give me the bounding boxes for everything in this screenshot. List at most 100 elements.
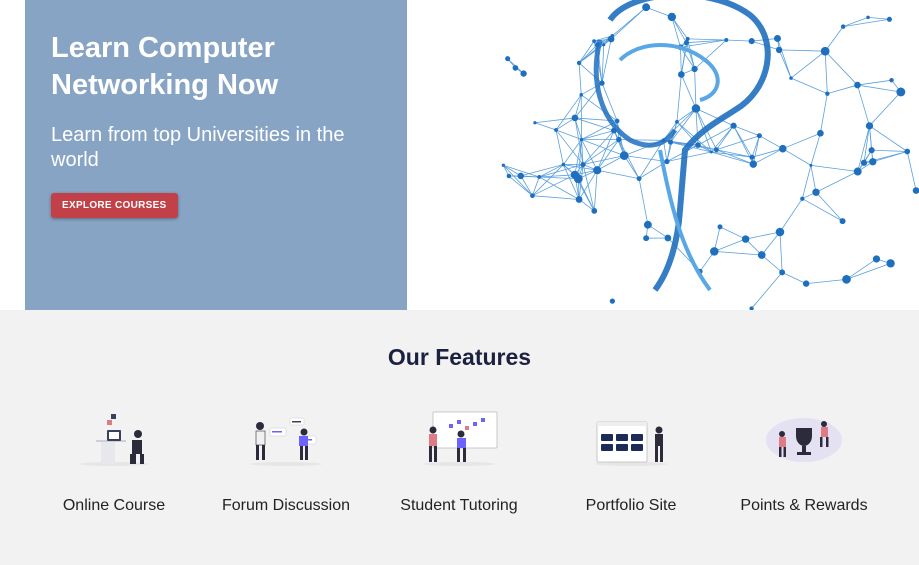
network-node (789, 76, 793, 80)
feature-points-rewards[interactable]: Points & Rewards (718, 410, 890, 520)
feature-label: Portfolio Site (585, 497, 677, 514)
network-link (815, 171, 858, 193)
feature-label: Forum Discussion (221, 497, 351, 514)
network-node (685, 36, 690, 41)
network-node (667, 12, 677, 22)
network-link (508, 175, 540, 178)
network-link (711, 151, 754, 165)
network-link (538, 176, 580, 200)
network-node (575, 196, 583, 203)
network-link (857, 84, 870, 126)
network-node (691, 65, 698, 73)
network-link (714, 238, 746, 252)
explore-courses-button[interactable]: EXPLORE COURSES (51, 193, 178, 218)
network-node (642, 3, 651, 12)
network-node (710, 247, 719, 256)
network-link (806, 278, 847, 285)
features-section: Our Features Online Course Forum Discuss… (0, 310, 919, 565)
network-node (872, 255, 881, 263)
network-link (790, 77, 828, 95)
network-node (616, 136, 622, 143)
network-node (825, 91, 830, 96)
network-link (687, 38, 727, 41)
network-link (869, 125, 908, 152)
network-link (843, 17, 869, 27)
network-link (777, 38, 792, 79)
network-node (678, 71, 685, 78)
feature-student-tutoring[interactable]: Student Tutoring (373, 410, 545, 520)
network-node (812, 188, 820, 196)
network-link (714, 250, 762, 256)
network-node (896, 87, 906, 97)
feature-forum-discussion[interactable]: Forum Discussion (200, 410, 372, 520)
feature-label: Student Tutoring (400, 497, 518, 514)
network-node (571, 114, 579, 122)
network-node (505, 56, 511, 62)
network-link (810, 165, 817, 193)
hero-panel: Learn Computer Networking Now Learn from… (25, 0, 407, 310)
network-link (781, 272, 807, 284)
network-node (748, 38, 755, 45)
network-node (607, 35, 615, 43)
network-link (680, 47, 682, 75)
portfolio-site-illustration (595, 421, 667, 466)
network-node (643, 235, 650, 242)
network-link (824, 26, 844, 52)
network-node (860, 159, 868, 166)
feature-online-course[interactable]: Online Course (28, 410, 200, 520)
network-node (591, 208, 598, 214)
feature-portfolio-site[interactable]: Portfolio Site (545, 410, 717, 520)
network-link (820, 93, 828, 134)
hero-title: Learn Computer Networking Now (51, 32, 279, 101)
network-link (868, 16, 890, 20)
network-node (869, 158, 877, 166)
network-link (671, 16, 681, 48)
network-node (730, 122, 737, 129)
network-node (773, 34, 781, 42)
network-node (537, 175, 542, 179)
network-node (853, 167, 862, 176)
network-node (800, 196, 805, 201)
network-link (846, 258, 877, 280)
network-link (676, 74, 682, 122)
network-link (671, 16, 687, 43)
network-node (675, 120, 679, 124)
network-link (782, 148, 812, 166)
network-link (824, 51, 828, 94)
network-node (501, 163, 506, 167)
network-node (757, 251, 766, 259)
network-link (824, 50, 858, 86)
student-tutoring-illustration (423, 411, 498, 466)
network-link (801, 165, 812, 199)
network-link (578, 62, 582, 95)
network-node (802, 280, 810, 287)
network-link (726, 39, 752, 42)
network-link (857, 79, 892, 86)
features-title: Our Features (387, 344, 532, 370)
network-node (579, 137, 584, 142)
network-link (869, 91, 902, 127)
network-node (520, 70, 527, 77)
network-link (597, 169, 640, 180)
network-node (512, 65, 519, 71)
network-node (614, 118, 620, 124)
network-node (691, 104, 701, 113)
network-node (554, 128, 558, 132)
feature-label: Online Course (62, 497, 166, 514)
network-link (666, 151, 712, 162)
network-node (854, 81, 861, 89)
network-node (840, 24, 846, 29)
network-link (532, 164, 564, 196)
network-link (779, 49, 826, 52)
network-link (779, 198, 803, 233)
network-link (680, 74, 697, 109)
network-link (638, 178, 649, 225)
forum-discussion-illustration (250, 417, 322, 466)
network-link (520, 164, 564, 177)
brain-network-illustration (501, 0, 919, 310)
network-link (843, 18, 890, 28)
feature-label: Points & Rewards (740, 497, 868, 514)
network-link (761, 254, 783, 273)
network-node (517, 172, 525, 180)
network-node (695, 142, 701, 148)
